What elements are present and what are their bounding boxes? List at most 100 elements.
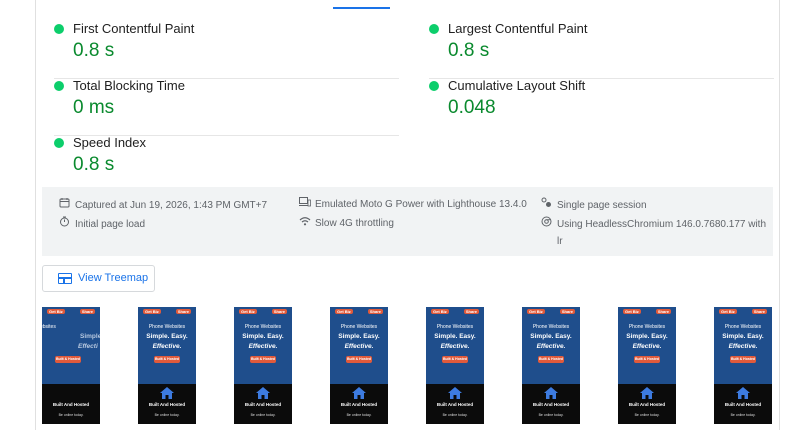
home-icon [256, 386, 270, 399]
thumb-cta-button: Built & Hosted [730, 356, 756, 363]
thumb-headline: Simple. Easy. [434, 333, 476, 340]
thumb-headline-2: Effective. [152, 343, 182, 350]
thumb-headline-2: Effective. [440, 343, 470, 350]
thumb-subheading: Phone Websites [532, 324, 570, 330]
metric-label: Largest Contentful Paint [448, 21, 588, 36]
thumb-footer-title: Built And Hosted [148, 402, 186, 407]
view-treemap-button[interactable]: View Treemap [42, 265, 155, 292]
thumb-pill-left: Get Biz [527, 309, 545, 314]
lighthouse-report: First Contentful Paint 0.8 s Largest Con… [0, 0, 800, 430]
pass-status-icon [429, 24, 439, 34]
metric-label: Total Blocking Time [73, 78, 185, 93]
right-divider [779, 0, 780, 430]
emulated-device: Emulated Moto G Power with Lighthouse 13… [298, 197, 527, 211]
network-throttling: Slow 4G throttling [298, 216, 394, 230]
thumb-headline-2: Effective. [344, 343, 374, 350]
thumb-pill-right: Share [271, 309, 287, 314]
metric-value: 0.8 s [73, 154, 115, 175]
emulated-device-text: Emulated Moto G Power with Lighthouse 13… [315, 199, 527, 210]
thumb-pill-right: Share [655, 309, 671, 314]
thumb-pill-right: Share [175, 309, 191, 314]
browser-version-wrap: lr [557, 236, 563, 247]
thumb-footer-text: Be online today. [154, 413, 180, 417]
thumb-footer-title: Built And Hosted [52, 402, 90, 407]
filmstrip: Get Biz Share ebsites Simple Effecti Built & … [42, 307, 777, 430]
thumb-subheading: Phone Websites [148, 324, 186, 330]
thumb-footer-title: Built And Hosted [628, 402, 666, 407]
thumb-headline-2: Effective. [728, 343, 758, 350]
thumb-cta-button: Built & Hosted [55, 356, 81, 363]
session-icon [540, 197, 553, 212]
calendar-icon [58, 197, 71, 212]
thumb-pill-right: Share [79, 309, 95, 314]
thumb-subheading: Phone Websites [340, 324, 378, 330]
thumb-footer-text: Be online today. [58, 413, 84, 417]
metric-value: 0 ms [73, 97, 115, 118]
timer-icon [58, 216, 71, 231]
metric-value: 0.048 [448, 97, 496, 118]
page-load-type-text: Initial page load [75, 219, 146, 230]
thumb-footer-title: Built And Hosted [340, 402, 378, 407]
captured-at-text: Captured at Jun 19, 2026, 1:43 PM GMT+7 [75, 200, 268, 211]
top-tab-indicator[interactable] [333, 0, 390, 9]
metric-value: 0.8 s [448, 40, 490, 61]
thumb-cta-button: Built & Hosted [250, 356, 276, 363]
thumb-headline: Simple. Easy. [338, 333, 380, 340]
thumb-footer-title: Built And Hosted [436, 402, 474, 407]
thumb-cta-button: Built & Hosted [154, 356, 180, 363]
view-treemap-label: View Treemap [78, 272, 149, 284]
session-type: Single page session [540, 197, 647, 212]
home-icon [352, 386, 366, 399]
thumb-pill-right: Share [463, 309, 479, 314]
thumb-cta-button: Built & Hosted [346, 356, 372, 363]
browser-version-text: Using HeadlessChromium 146.0.7680.177 wi… [557, 219, 767, 230]
thumb-pill-left: Get Biz [335, 309, 353, 314]
thumb-footer-title: Built And Hosted [724, 402, 762, 407]
thumb-headline-2: Effective. [632, 343, 662, 350]
thumb-pill-left: Get Biz [623, 309, 641, 314]
left-divider [35, 0, 36, 430]
thumb-cta-button: Built & Hosted [634, 356, 660, 363]
filmstrip-frame: Get Biz Share ebsites Simple Effecti Built & … [42, 307, 100, 424]
thumb-footer-title: Built And Hosted [244, 402, 282, 407]
thumb-headline: Simple. Easy. [242, 333, 284, 340]
home-icon [448, 386, 462, 399]
metric-label: Speed Index [73, 135, 147, 150]
thumb-pill-left: Get Biz [47, 309, 65, 314]
filmstrip-frame: Get Biz Share Phone Websites Simple. Easy. E… [330, 307, 388, 424]
home-icon [160, 386, 174, 399]
thumb-headline-2: Effecti [78, 343, 98, 350]
home-icon [640, 386, 654, 399]
thumb-footer-text: Be online today. [250, 413, 276, 417]
thumb-footer-text: Be online today. [442, 413, 468, 417]
metric-value: 0.8 s [73, 40, 115, 61]
thumb-footer-title: Built And Hosted [532, 402, 570, 407]
thumb-pill-right: Share [559, 309, 575, 314]
thumb-subheading: ebsites [42, 324, 56, 330]
thumb-pill-left: Get Biz [431, 309, 449, 314]
thumb-headline: Simple. Easy. [722, 333, 764, 340]
thumb-headline-2: Effective. [536, 343, 566, 350]
thumb-cta-button: Built & Hosted [538, 356, 564, 363]
filmstrip-frame: Get Biz Share Phone Websites Simple. Easy. E… [426, 307, 484, 424]
thumb-pill-left: Get Biz [143, 309, 161, 314]
thumb-footer-text: Be online today. [634, 413, 660, 417]
thumb-pill-right: Share [751, 309, 767, 314]
filmstrip-frame: Get Biz Share Phone Websites Simple. Easy. E… [618, 307, 676, 424]
browser-version: Using HeadlessChromium 146.0.7680.177 wi… [540, 216, 766, 231]
thumb-headline: Simple. Easy. [530, 333, 572, 340]
thumb-subheading: Phone Websites [436, 324, 474, 330]
metric-label: Cumulative Layout Shift [448, 78, 586, 93]
thumb-cta-button: Built & Hosted [442, 356, 468, 363]
thumb-headline: Simple. Easy. [146, 333, 188, 340]
thumb-headline: Simple [80, 333, 100, 340]
thumb-headline: Simple. Easy. [626, 333, 668, 340]
pass-status-icon [429, 81, 439, 91]
thumb-footer-text: Be online today. [538, 413, 564, 417]
captured-at: Captured at Jun 19, 2026, 1:43 PM GMT+7 [58, 197, 267, 212]
devices-icon [298, 197, 311, 211]
metric-label: First Contentful Paint [73, 21, 195, 36]
session-type-text: Single page session [557, 200, 647, 211]
thumb-footer-text: Be online today. [346, 413, 372, 417]
network-throttling-text: Slow 4G throttling [315, 218, 394, 229]
